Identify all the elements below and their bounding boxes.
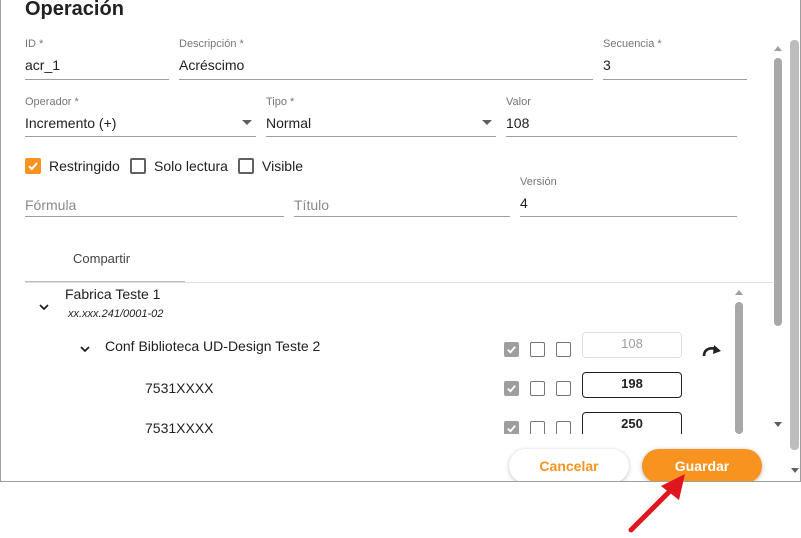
version-underline bbox=[520, 216, 737, 217]
company-name: Fabrica Teste 1 bbox=[65, 286, 161, 302]
item-value-input[interactable]: 250 bbox=[582, 412, 682, 434]
item-code: 7531XXXX bbox=[145, 380, 214, 396]
item-checkbox-3[interactable] bbox=[556, 381, 571, 396]
titulo-underline bbox=[294, 216, 510, 217]
scroll-up-icon[interactable] bbox=[774, 46, 782, 51]
id-value: acr_1 bbox=[25, 57, 61, 73]
secuencia-field[interactable]: Secuencia * 3 bbox=[603, 38, 747, 80]
form-scrollbar[interactable] bbox=[771, 40, 787, 480]
id-underline bbox=[25, 79, 169, 80]
version-label: Versión bbox=[520, 176, 557, 188]
tab-compartir-label: Compartir bbox=[73, 251, 131, 266]
visible-label: Visible bbox=[262, 158, 303, 174]
annotation-arrow-icon bbox=[628, 474, 685, 533]
item-checkbox-2[interactable] bbox=[530, 381, 545, 396]
tree-scrollbar[interactable] bbox=[731, 288, 745, 434]
valor-underline bbox=[506, 136, 737, 137]
scroll-down-icon[interactable] bbox=[791, 468, 799, 473]
valor-field[interactable]: Valor 108 bbox=[506, 96, 737, 137]
titulo-field[interactable]: Título bbox=[294, 176, 510, 217]
config-value-input[interactable]: 108 bbox=[582, 332, 682, 358]
secuencia-value: 3 bbox=[603, 57, 611, 73]
share-tree: Fabrica Teste 1 xx.xxx.241/0001-02 Conf … bbox=[1, 284, 746, 434]
restringido-label: Restringido bbox=[49, 158, 120, 174]
config-checkbox-1[interactable] bbox=[504, 342, 519, 357]
titulo-placeholder: Título bbox=[294, 197, 330, 213]
chevron-down-icon[interactable] bbox=[242, 120, 252, 125]
chevron-down-icon[interactable] bbox=[39, 302, 49, 312]
check-icon bbox=[507, 425, 516, 433]
valor-value: 108 bbox=[506, 115, 530, 131]
tipo-label: Tipo * bbox=[266, 96, 295, 108]
item-checkbox-1[interactable] bbox=[504, 381, 519, 396]
formula-field[interactable]: Fórmula bbox=[25, 176, 284, 217]
version-value: 4 bbox=[520, 195, 528, 211]
checkbox-unchecked[interactable] bbox=[238, 158, 254, 174]
check-icon bbox=[507, 385, 516, 393]
check-icon bbox=[507, 346, 516, 354]
scroll-up-icon[interactable] bbox=[735, 290, 743, 295]
config-checkbox-3[interactable] bbox=[556, 342, 571, 357]
tipo-value: Normal bbox=[266, 115, 312, 131]
tree-scrollbar-thumb[interactable] bbox=[735, 302, 743, 434]
version-field[interactable]: Versión 4 bbox=[520, 176, 737, 217]
descripcion-field[interactable]: Descripción * Acréscimo bbox=[179, 38, 593, 80]
redo-icon[interactable] bbox=[701, 344, 723, 358]
scroll-down-icon[interactable] bbox=[774, 422, 782, 427]
item-checkbox-1[interactable] bbox=[504, 421, 519, 434]
item-code: 7531XXXX bbox=[145, 420, 214, 434]
tipo-select[interactable]: Tipo * Normal bbox=[266, 96, 496, 137]
operador-select[interactable]: Operador * Incremento (+) bbox=[25, 96, 256, 137]
visible-checkbox[interactable]: Visible bbox=[238, 157, 303, 175]
operador-underline bbox=[25, 136, 256, 137]
tab-compartir[interactable]: Compartir bbox=[25, 240, 185, 283]
chevron-down-icon[interactable] bbox=[80, 344, 90, 354]
check-icon bbox=[28, 162, 38, 171]
chevron-down-icon[interactable] bbox=[482, 120, 492, 125]
restringido-checkbox[interactable]: Restringido bbox=[25, 157, 120, 175]
descripcion-value: Acréscimo bbox=[179, 57, 245, 73]
operador-label: Operador * bbox=[25, 96, 79, 108]
id-label: ID * bbox=[25, 38, 44, 50]
operation-dialog: Operación ID * acr_1 Descripción * Acrés… bbox=[0, 0, 801, 482]
id-field[interactable]: ID * acr_1 bbox=[25, 38, 169, 80]
config-name: Conf Biblioteca UD-Design Teste 2 bbox=[105, 338, 321, 354]
secuencia-label: Secuencia * bbox=[603, 38, 662, 50]
descripcion-underline bbox=[179, 79, 593, 80]
config-checkbox-2[interactable] bbox=[530, 342, 545, 357]
item-checkbox-3[interactable] bbox=[556, 421, 571, 434]
formula-placeholder: Fórmula bbox=[25, 197, 77, 213]
page-scrollbar[interactable] bbox=[787, 0, 800, 481]
dialog-title: Operación bbox=[25, 0, 124, 20]
item-value-input[interactable]: 198 bbox=[582, 372, 682, 398]
cancel-button[interactable]: Cancelar bbox=[509, 449, 629, 481]
descripcion-label: Descripción * bbox=[179, 38, 244, 50]
tipo-underline bbox=[266, 136, 496, 137]
valor-label: Valor bbox=[506, 96, 531, 108]
item-checkbox-2[interactable] bbox=[530, 421, 545, 434]
checkbox-checked[interactable] bbox=[25, 158, 41, 174]
company-cnpj: xx.xxx.241/0001-02 bbox=[68, 308, 164, 320]
formula-underline bbox=[25, 216, 284, 217]
solo-lectura-label: Solo lectura bbox=[154, 158, 228, 174]
checkbox-unchecked[interactable] bbox=[130, 158, 146, 174]
page-scrollbar-thumb[interactable] bbox=[790, 40, 799, 450]
operador-value: Incremento (+) bbox=[25, 115, 117, 131]
tab-divider bbox=[25, 282, 773, 283]
secuencia-underline bbox=[603, 79, 747, 80]
solo-lectura-checkbox[interactable]: Solo lectura bbox=[130, 157, 228, 175]
form-scrollbar-thumb[interactable] bbox=[774, 58, 782, 326]
